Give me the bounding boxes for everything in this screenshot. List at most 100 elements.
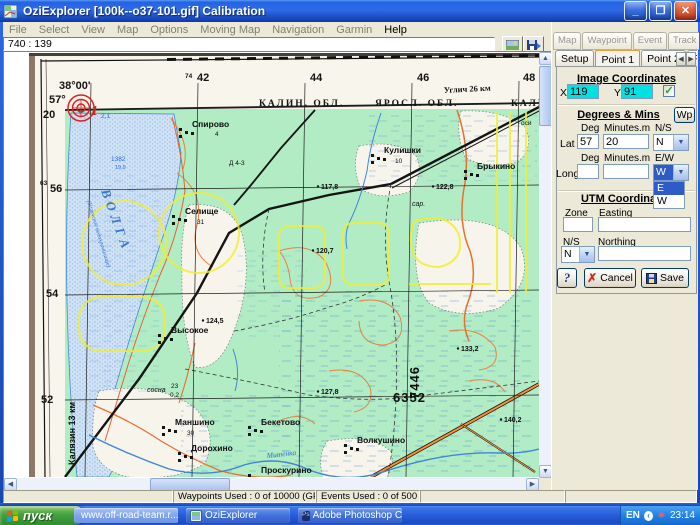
minutes-column-label: Minutes.m (604, 123, 650, 134)
tab-scroll-right-icon[interactable]: ▶ (686, 52, 696, 66)
tab-track[interactable]: Track (668, 32, 699, 50)
menu-view[interactable]: View (75, 24, 111, 36)
oziexplorer-icon (190, 510, 202, 522)
spot-height-dot (457, 347, 459, 349)
tab-setup[interactable]: Setup (555, 50, 594, 67)
point-enabled-checkbox[interactable]: ✓ (663, 85, 675, 97)
start-button[interactable]: пуск (0, 506, 84, 525)
tab-event[interactable]: Event (633, 32, 667, 50)
building-mark (383, 158, 386, 161)
menu-map[interactable]: Map (111, 24, 144, 36)
task-photoshop-label: Adobe Photoshop CS... (313, 510, 402, 521)
map-label: 4 (215, 131, 219, 138)
building-mark (164, 337, 167, 340)
building-mark (476, 174, 479, 177)
building-mark (184, 219, 187, 222)
map-label: Дорохино (191, 443, 233, 453)
minimize-button[interactable]: _ (624, 1, 647, 21)
chevron-down-icon[interactable]: ▼ (673, 165, 688, 180)
status-bar: Waypoints Used : 0 of 10000 (GPS:500) Ev… (3, 490, 697, 503)
y-coordinate-input[interactable] (621, 84, 653, 99)
menu-bar: File Select View Map Options Moving Map … (3, 22, 551, 37)
map-label: 42 (197, 72, 209, 84)
ew-option-e[interactable]: E (654, 182, 684, 195)
map-label: Бекетово (261, 417, 300, 427)
minutes-column-label2: Minutes.m (604, 153, 650, 164)
menu-moving-map[interactable]: Moving Map (194, 24, 266, 36)
task-oziexplorer[interactable]: OziExplorer (186, 508, 290, 523)
tab-map[interactable]: Map (553, 32, 581, 50)
title-bar[interactable]: OziExplorer [100k--o37-101.gif] Calibrat… (0, 0, 700, 22)
chevron-down-icon[interactable]: ▼ (579, 247, 594, 262)
lat-ns-combo[interactable]: N ▼ (653, 134, 689, 151)
map-label: 10 (395, 158, 403, 165)
map-label: 0,2 (170, 392, 179, 399)
northing-input[interactable] (598, 246, 691, 261)
restore-button[interactable]: ❐ (649, 1, 672, 21)
tab-waypoint[interactable]: Waypoint (582, 32, 631, 50)
x-coordinate-input[interactable] (567, 84, 599, 99)
tab-scroller: ◀ ▶ (676, 52, 696, 66)
save-disk-icon (527, 40, 541, 51)
menu-file[interactable]: File (3, 24, 33, 36)
spot-height-dot (202, 319, 204, 321)
easting-input[interactable] (598, 217, 691, 232)
cancel-button[interactable]: ✗ Cancel (584, 268, 636, 288)
menu-navigation[interactable]: Navigation (266, 24, 330, 36)
map-label: 117,8 (321, 184, 338, 191)
tab-scroll-left-icon[interactable]: ◀ (676, 52, 686, 66)
map-label: 19,9 (115, 165, 126, 171)
wp-button[interactable]: Wp (674, 107, 695, 123)
map-label: 48 (523, 72, 535, 84)
ew-option-w[interactable]: W (654, 195, 684, 208)
deg-column-label2: Deg (581, 153, 599, 164)
zone-input[interactable] (563, 217, 593, 232)
building-mark (371, 161, 374, 164)
map-label: Спирово (192, 119, 229, 129)
map-canvas[interactable]: 38°00'57°20744244464863565452Углич 26 км… (29, 53, 539, 477)
map-label: ЯРОСЛ. ОБЛ. (375, 99, 458, 109)
taskbar: пуск www.off-road-team.r... OziExplorer … (0, 506, 700, 525)
menu-options[interactable]: Options (144, 24, 194, 36)
map-label: сосна (147, 387, 166, 394)
menu-garmin[interactable]: Garmin (330, 24, 378, 36)
menu-help[interactable]: Help (378, 24, 413, 36)
close-button[interactable]: ✕ (674, 1, 697, 21)
building-mark (178, 218, 181, 221)
long-deg-input[interactable] (577, 164, 599, 179)
lat-deg-input[interactable] (577, 134, 599, 149)
long-ew-value: W (654, 165, 673, 180)
long-ew-combo[interactable]: W ▼ (653, 164, 689, 181)
map-label: Брыкино (477, 161, 515, 171)
map-label: Маншино (175, 417, 215, 427)
x-label: X (560, 87, 567, 99)
lat-minutes-input[interactable] (603, 134, 649, 149)
app-icon (3, 4, 18, 19)
building-mark (158, 334, 161, 337)
map-label: КАЛИ (511, 99, 539, 109)
save-button[interactable]: Save (641, 268, 689, 288)
building-mark (179, 135, 182, 138)
task-oziexplorer-label: OziExplorer (205, 510, 257, 521)
status-panel-empty (3, 490, 173, 503)
floppy-disk-icon (646, 273, 657, 284)
task-photoshop[interactable]: Ps Adobe Photoshop CS... (298, 508, 402, 523)
building-mark (248, 474, 251, 477)
tab-point1[interactable]: Point 1 (595, 50, 640, 66)
map-label: 127,8 (321, 389, 339, 396)
language-bar-icon[interactable]: ‹ (644, 511, 653, 521)
task-firefox[interactable]: www.off-road-team.r... (74, 508, 178, 523)
map-label: 56 (50, 183, 62, 195)
windows-logo-icon (6, 509, 19, 522)
menu-select[interactable]: Select (33, 24, 76, 36)
map-label: Селище (185, 206, 219, 216)
long-label: Long (556, 168, 579, 180)
language-indicator[interactable]: EN (626, 510, 640, 521)
tray-app-icon[interactable]: ✱ (657, 511, 666, 521)
spot-height-dot (317, 390, 319, 392)
help-button[interactable]: ? (557, 268, 577, 288)
chevron-down-icon[interactable]: ▼ (673, 135, 688, 150)
utm-ns-combo[interactable]: N ▼ (561, 246, 595, 263)
long-minutes-input[interactable] (603, 164, 649, 179)
map-label: 124,5 (206, 318, 224, 325)
